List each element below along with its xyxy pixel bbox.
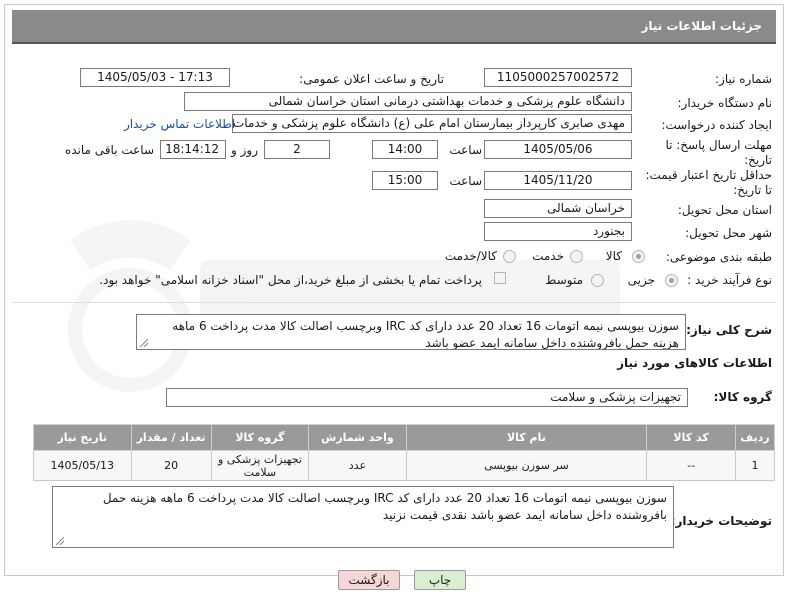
resize-grip-icon[interactable] xyxy=(140,339,148,347)
reply-deadline-label-line2: تاریخ: xyxy=(744,153,772,167)
category-radio-goods-service[interactable] xyxy=(503,250,516,263)
col-need-date: تاریخ نیاز xyxy=(33,424,132,451)
col-item-code: کد کالا xyxy=(646,424,736,451)
process-radio-minor[interactable] xyxy=(665,274,678,287)
buyer-contact-link[interactable]: اطلاعات تماس خریدار xyxy=(124,117,235,131)
treasury-payment-note: پرداخت تمام یا بخشی از مبلغ خرید،از محل … xyxy=(99,273,482,287)
cell-item-group: تجهیزات پزشکی و سلامت xyxy=(210,450,310,481)
category-label: طبقه بندی موضوعی: xyxy=(665,250,772,264)
price-validity-label-line1: حداقل تاریخ اعتبار قیمت: xyxy=(645,168,772,182)
delivery-province-label: استان محل تحویل: xyxy=(677,203,772,217)
process-radio-medium[interactable] xyxy=(591,274,604,287)
category-radio-service[interactable] xyxy=(570,250,583,263)
section-divider xyxy=(12,302,776,303)
requester-label: ایجاد کننده درخواست: xyxy=(661,118,772,132)
general-description-text: سوزن بیوپسی نیمه اتومات 16 تعداد 20 عدد … xyxy=(172,319,679,350)
col-row-number: ردیف xyxy=(735,424,775,451)
remaining-time-label: ساعت باقی مانده xyxy=(64,143,154,157)
col-item-group: گروه کالا xyxy=(210,424,310,451)
need-number-field[interactable]: 1105000257002572 xyxy=(484,68,632,87)
category-radio-goods[interactable] xyxy=(632,250,645,263)
reply-deadline-time-label: ساعت xyxy=(449,143,482,157)
print-button[interactable]: چاپ xyxy=(414,570,466,590)
category-option-service: خدمت xyxy=(532,249,564,263)
table-header-row: ردیف کد کالا نام کالا واحد شمارش گروه کا… xyxy=(33,424,775,451)
reply-days-label: روز و xyxy=(231,143,258,157)
reply-deadline-time-field[interactable]: 14:00 xyxy=(372,140,438,159)
cell-quantity: 20 xyxy=(130,450,212,481)
buyer-org-field[interactable]: دانشگاه علوم پزشکی و خدمات بهداشتی درمان… xyxy=(184,92,632,111)
reply-deadline-label-line1: مهلت ارسال پاسخ: تا xyxy=(665,138,772,152)
col-item-name: نام کالا xyxy=(405,424,648,451)
price-validity-time-label: ساعت xyxy=(449,174,482,188)
general-description-textarea[interactable]: سوزن بیوپسی نیمه اتومات 16 تعداد 20 عدد … xyxy=(136,314,686,350)
process-option-medium: متوسط xyxy=(545,273,583,287)
requester-field[interactable]: مهدی صابری کارپرداز بیمارستان امام علی (… xyxy=(232,114,632,133)
announce-datetime-label: تاریخ و ساعت اعلان عمومی: xyxy=(299,72,444,86)
goods-group-label: گروه کالا: xyxy=(713,390,772,404)
price-validity-date-field[interactable]: 1405/11/20 xyxy=(484,171,632,190)
back-button[interactable]: بازگشت xyxy=(338,570,400,590)
announce-datetime-field[interactable]: 1405/05/03 - 17:13 xyxy=(80,68,230,87)
price-validity-time-field[interactable]: 15:00 xyxy=(372,171,438,190)
cell-item-code: -- xyxy=(646,450,736,481)
process-option-minor: جزیی xyxy=(627,273,655,287)
category-option-goods-service: کالا/خدمت xyxy=(444,249,497,263)
reply-deadline-date-field[interactable]: 1405/05/06 xyxy=(484,140,632,159)
delivery-city-field[interactable]: بجنورد xyxy=(484,222,632,241)
category-option-goods: کالا xyxy=(605,249,622,263)
buyer-notes-label: توضیحات خریدار: xyxy=(670,514,772,528)
need-number-label: شماره نیاز: xyxy=(715,72,772,86)
price-validity-label-line2: تا تاریخ: xyxy=(733,183,772,197)
header-bar: جزئیات اطلاعات نیاز xyxy=(12,10,776,44)
goods-group-field[interactable]: تجهیزات پزشکی و سلامت xyxy=(166,388,688,407)
col-quantity: تعداد / مقدار xyxy=(130,424,212,451)
table-row: 1 -- سر سوزن بیوپسی عدد تجهیزات پزشکی و … xyxy=(33,450,775,481)
treasury-payment-checkbox[interactable] xyxy=(494,272,506,284)
buyer-notes-textarea[interactable]: سوزن بیوپسی نیمه اتومات 16 تعداد 20 عدد … xyxy=(52,486,674,548)
cell-item-name: سر سوزن بیوپسی xyxy=(405,450,648,481)
purchase-process-label: نوع فرآیند خرید : xyxy=(687,273,772,287)
buyer-notes-text: سوزن بیوپسی نیمه اتومات 16 تعداد 20 عدد … xyxy=(102,491,667,522)
resize-grip-icon[interactable] xyxy=(56,537,64,545)
page-title: جزئیات اطلاعات نیاز xyxy=(641,19,762,33)
delivery-city-label: شهر محل تحویل: xyxy=(685,226,772,240)
buyer-org-label: نام دستگاه خریدار: xyxy=(677,96,773,110)
cell-need-date: 1405/05/13 xyxy=(33,450,132,481)
remaining-time-field[interactable]: 18:14:12 xyxy=(160,140,226,159)
cell-unit: عدد xyxy=(308,450,407,481)
goods-table: ردیف کد کالا نام کالا واحد شمارش گروه کا… xyxy=(33,424,775,481)
general-description-label: شرح کلی نیاز: xyxy=(686,323,772,337)
reply-days-field[interactable]: 2 xyxy=(264,140,330,159)
delivery-province-field[interactable]: خراسان شمالی xyxy=(484,199,632,218)
cell-row-number: 1 xyxy=(735,450,775,481)
col-unit: واحد شمارش xyxy=(308,424,407,451)
goods-section-title: اطلاعات کالاهای مورد نیاز xyxy=(617,356,772,370)
